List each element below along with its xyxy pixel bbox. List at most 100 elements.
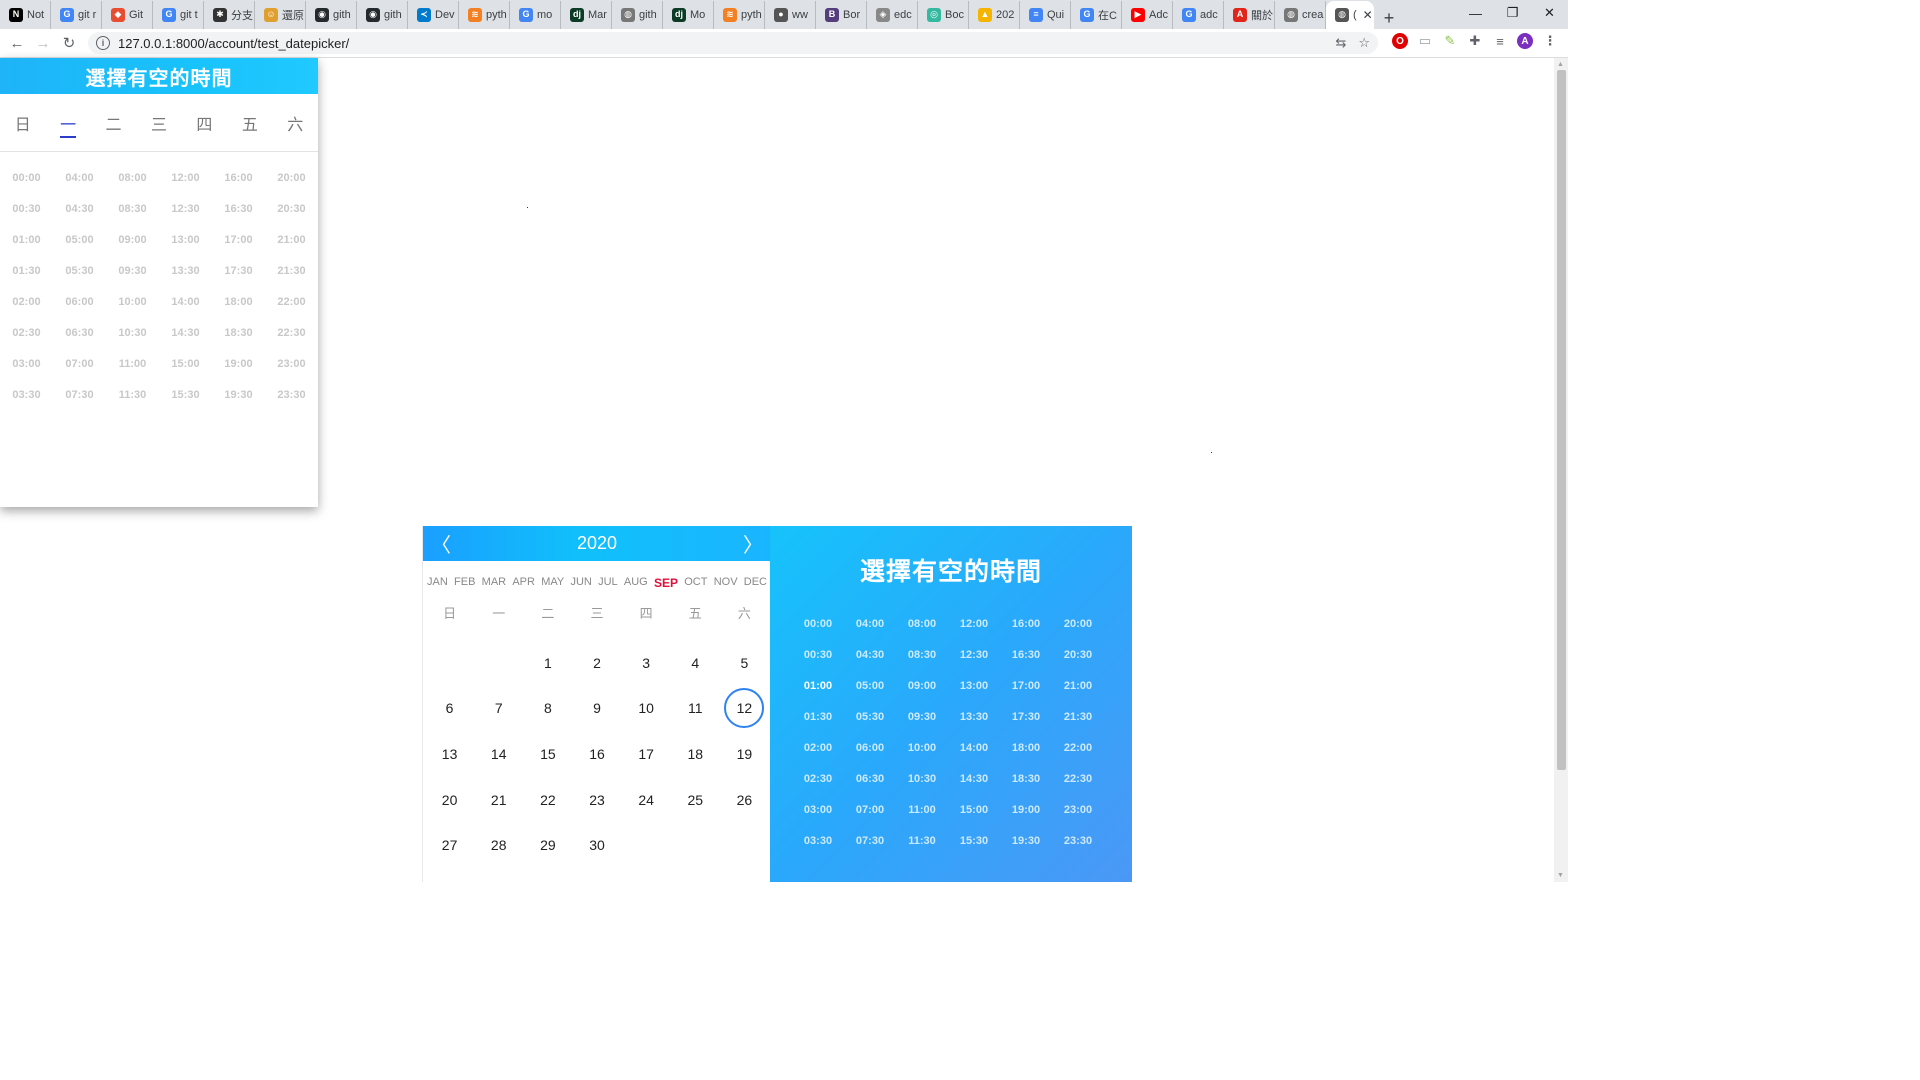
day-cell[interactable]: 7 — [474, 686, 523, 732]
tab[interactable]: ▲ 202 — [969, 0, 1020, 29]
time-slot[interactable]: 18:30 — [1000, 763, 1052, 794]
time-slot[interactable]: 08:00 — [896, 608, 948, 639]
back-button[interactable]: ← — [4, 35, 30, 52]
time-slot[interactable]: 22:00 — [265, 286, 318, 317]
prev-year-button[interactable]: 〈 — [431, 529, 451, 558]
time-slot[interactable]: 17:30 — [1000, 701, 1052, 732]
time-slot[interactable]: 16:30 — [1000, 639, 1052, 670]
time-slot[interactable]: 08:00 — [106, 162, 159, 193]
time-slot[interactable]: 03:30 — [792, 825, 844, 856]
tab[interactable]: ◍ gith — [612, 0, 663, 29]
time-slot[interactable]: 23:30 — [265, 379, 318, 410]
time-slot[interactable]: 18:30 — [212, 317, 265, 348]
time-slot[interactable]: 15:00 — [159, 348, 212, 379]
time-slot[interactable]: 21:30 — [265, 255, 318, 286]
time-slot[interactable]: 18:00 — [1000, 732, 1052, 763]
media-icon[interactable]: ≡ — [1492, 33, 1508, 49]
time-slot[interactable]: 21:30 — [1052, 701, 1104, 732]
time-slot[interactable]: 10:30 — [106, 317, 159, 348]
time-slot[interactable]: 00:30 — [0, 193, 53, 224]
time-slot[interactable]: 09:00 — [106, 224, 159, 255]
profile-avatar-icon[interactable]: A — [1517, 33, 1533, 49]
time-slot[interactable]: 07:00 — [53, 348, 106, 379]
time-slot[interactable]: 06:30 — [844, 763, 896, 794]
tab[interactable]: N Not — [0, 0, 51, 29]
tab[interactable]: ◈ edc — [867, 0, 918, 29]
tab[interactable]: B Bor — [816, 0, 867, 29]
time-slot[interactable]: 14:00 — [948, 732, 1000, 763]
tab[interactable]: ◉ gith — [306, 0, 357, 29]
time-slot[interactable]: 03:00 — [792, 794, 844, 825]
time-slot[interactable]: 17:30 — [212, 255, 265, 286]
scroll-up-icon[interactable]: ▲ — [1557, 61, 1564, 68]
time-slot[interactable]: 12:30 — [159, 193, 212, 224]
month-option[interactable]: FEB — [454, 576, 475, 590]
new-tab-button[interactable]: + — [1374, 8, 1404, 29]
day-cell[interactable]: 27 — [425, 822, 474, 868]
time-slot-selected[interactable]: 01:00 — [792, 670, 844, 701]
tab[interactable]: ≺ Dev — [408, 0, 459, 29]
time-slot[interactable]: 04:30 — [844, 639, 896, 670]
screen-ext-icon[interactable]: ▭ — [1417, 33, 1433, 49]
note-ext-icon[interactable]: ✎ — [1442, 33, 1458, 49]
time-slot[interactable]: 23:30 — [1052, 825, 1104, 856]
time-slot[interactable]: 10:30 — [896, 763, 948, 794]
tab[interactable]: ▶ Adc — [1122, 0, 1173, 29]
day-cell[interactable]: 28 — [474, 822, 523, 868]
day-cell[interactable]: 2 — [572, 640, 621, 686]
day-cell[interactable]: 21 — [474, 777, 523, 823]
weekday-tab[interactable]: 三 — [136, 111, 181, 135]
time-slot[interactable]: 10:00 — [106, 286, 159, 317]
tab[interactable]: dj Mar — [561, 0, 612, 29]
time-slot[interactable]: 08:30 — [106, 193, 159, 224]
day-cell[interactable]: 23 — [572, 777, 621, 823]
time-slot[interactable]: 16:30 — [212, 193, 265, 224]
star-icon[interactable]: ☆ — [1358, 35, 1370, 51]
time-slot[interactable]: 03:00 — [0, 348, 53, 379]
time-slot[interactable]: 17:00 — [212, 224, 265, 255]
time-slot[interactable]: 14:00 — [159, 286, 212, 317]
month-option[interactable]: SEP — [654, 576, 678, 590]
time-slot[interactable]: 13:30 — [159, 255, 212, 286]
time-slot[interactable]: 06:00 — [53, 286, 106, 317]
tab[interactable]: ≡ Qui — [1020, 0, 1071, 29]
time-slot[interactable]: 06:30 — [53, 317, 106, 348]
close-window-button[interactable]: ✕ — [1531, 0, 1568, 26]
tab[interactable]: Gadc — [1173, 0, 1224, 29]
day-cell[interactable]: 3 — [622, 640, 671, 686]
close-tab-icon[interactable]: ✕ — [1363, 8, 1373, 22]
time-slot[interactable]: 09:00 — [896, 670, 948, 701]
day-cell[interactable]: 29 — [523, 822, 572, 868]
tab[interactable]: ◎ Boc — [918, 0, 969, 29]
time-slot[interactable]: 16:00 — [212, 162, 265, 193]
tab[interactable]: A 關於 — [1224, 0, 1275, 29]
time-slot[interactable]: 14:30 — [948, 763, 1000, 794]
time-slot[interactable]: 15:00 — [948, 794, 1000, 825]
day-cell[interactable]: 15 — [523, 731, 572, 777]
time-slot[interactable]: 17:00 — [1000, 670, 1052, 701]
time-slot[interactable]: 20:30 — [1052, 639, 1104, 670]
translate-icon[interactable]: ⇆ — [1335, 35, 1346, 51]
time-slot[interactable]: 00:00 — [0, 162, 53, 193]
site-info-icon[interactable]: i — [96, 36, 110, 50]
puzzle-icon[interactable]: ✚ — [1467, 33, 1483, 49]
day-cell[interactable]: 30 — [572, 822, 621, 868]
tab[interactable]: ◉ gith — [357, 0, 408, 29]
weekday-tab[interactable]: 四 — [182, 111, 227, 135]
time-slot[interactable]: 01:30 — [792, 701, 844, 732]
opera-ext-icon[interactable]: O — [1392, 33, 1408, 49]
time-slot[interactable]: 05:00 — [53, 224, 106, 255]
time-slot[interactable]: 04:00 — [53, 162, 106, 193]
tab[interactable]: Gmo — [510, 0, 561, 29]
day-cell[interactable]: 19 — [720, 731, 769, 777]
tab[interactable]: Ggit r — [51, 0, 102, 29]
scrollbar-thumb[interactable] — [1557, 70, 1566, 770]
time-slot[interactable]: 00:30 — [792, 639, 844, 670]
time-slot[interactable]: 20:30 — [265, 193, 318, 224]
day-cell[interactable]: 16 — [572, 731, 621, 777]
weekday-tab[interactable]: 日 — [0, 111, 45, 135]
time-slot[interactable]: 19:00 — [212, 348, 265, 379]
time-slot[interactable]: 15:30 — [948, 825, 1000, 856]
tab[interactable]: ◍ crea — [1275, 0, 1326, 29]
time-slot[interactable]: 08:30 — [896, 639, 948, 670]
